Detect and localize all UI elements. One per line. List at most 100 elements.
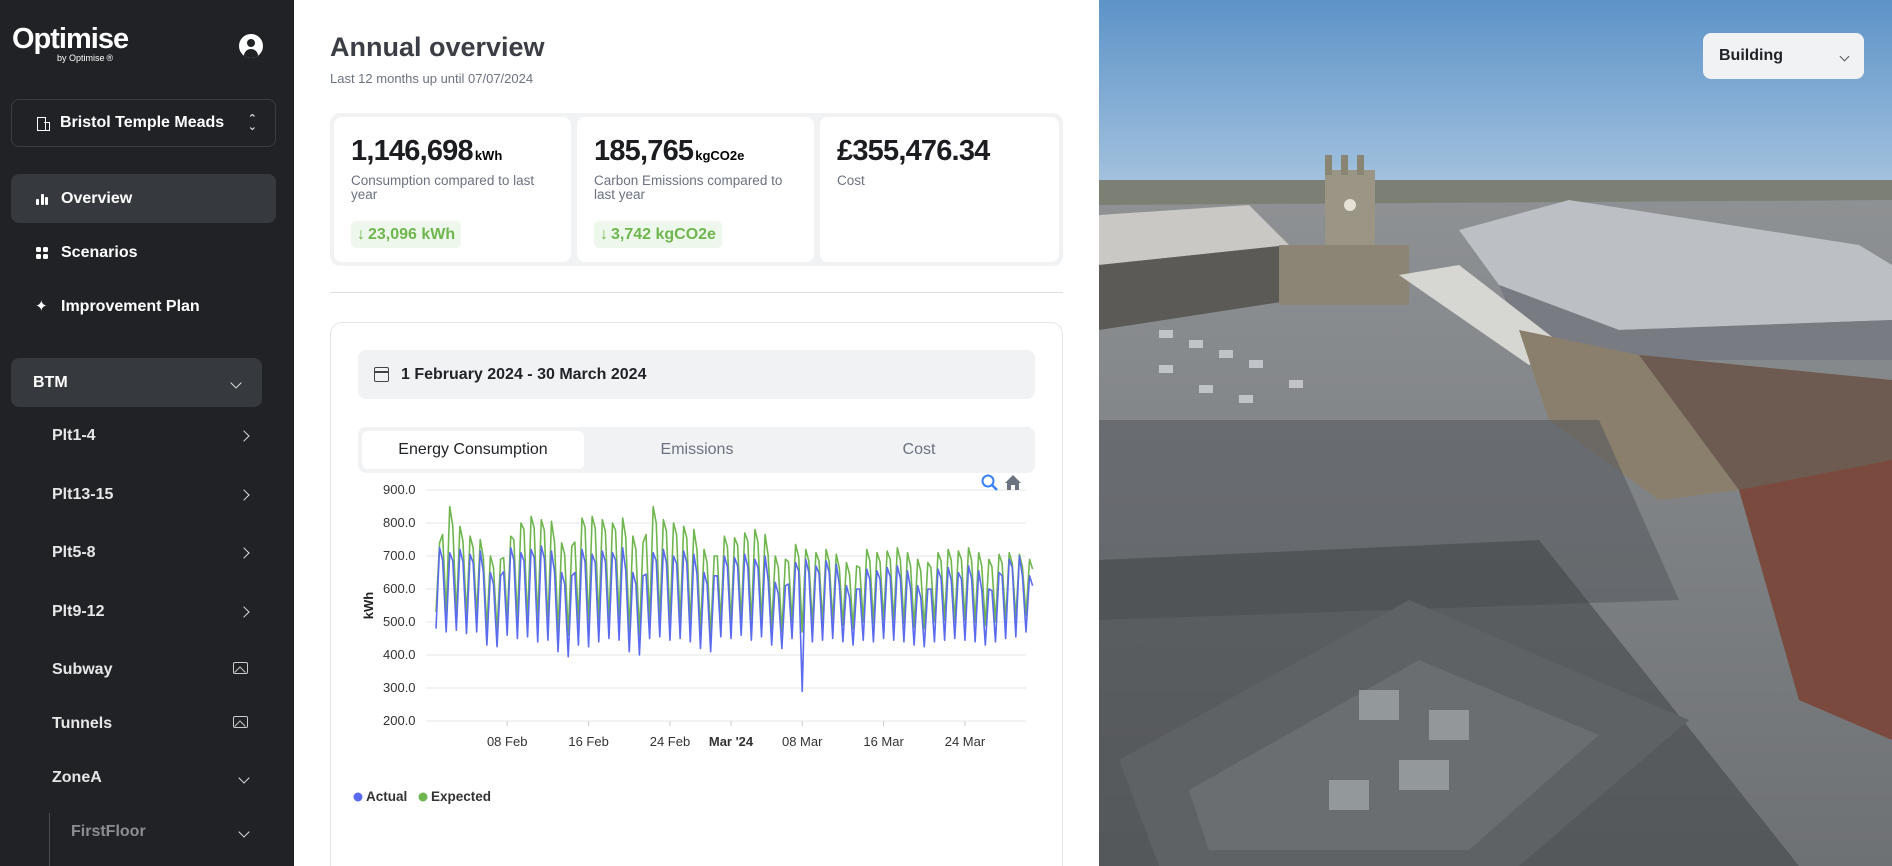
image-icon: [233, 715, 248, 733]
nav-overview-label: Overview: [61, 189, 133, 207]
legend-marker: [418, 792, 428, 802]
site-selector[interactable]: Bristol Temple Meads ⌃ ⌄: [11, 99, 276, 147]
logo-byline-mark: ®: [106, 53, 114, 63]
stat-label: Consumption compared to last year: [351, 173, 535, 202]
x-tick-label: 08 Mar: [782, 734, 823, 749]
tree-item-label: Plt9-12: [52, 603, 105, 620]
x-tick-label: 08 Feb: [487, 734, 527, 749]
nav-improvement-plan[interactable]: ✦ Improvement Plan: [11, 282, 276, 331]
stat-card-consumption: 1,146,698 kWh Consumption compared to las…: [334, 117, 571, 262]
tree-item-firstfloor[interactable]: FirstFloor: [71, 812, 250, 852]
tree-item-plt13-15[interactable]: Plt13-15: [52, 475, 250, 515]
energy-chart: 900.0 800.0 700.0 600.0 500.0 400.0 300.0 200.0…: [353, 474, 1034, 804]
legend-label: Expected: [431, 789, 491, 804]
bar-chart-icon: [35, 192, 49, 206]
chevron-right-icon: [238, 603, 250, 621]
y-tick-label: 300.0: [383, 680, 416, 695]
chevron-right-icon: [238, 544, 250, 562]
y-tick-label: 800.0: [383, 515, 416, 530]
home-icon[interactable]: [1005, 475, 1021, 490]
stat-value: 1,146,698: [351, 135, 474, 167]
calendar-icon: [374, 367, 389, 382]
sparkle-icon: ✦: [35, 297, 48, 315]
nav-improvement-plan-label: Improvement Plan: [61, 297, 200, 315]
x-tick-label: Mar '24: [709, 734, 754, 749]
legend-label: Actual: [366, 789, 407, 804]
stat-card-emissions: 185,765 kgCO2e Carbon Emissions compared …: [577, 117, 814, 262]
chevron-up-down-icon: ⌃ ⌄: [247, 113, 257, 133]
nav-scenarios[interactable]: Scenarios: [11, 228, 276, 277]
tree-guide-line: [49, 813, 50, 866]
chevron-down-icon: [1839, 47, 1850, 65]
stat-label: Carbon Emissions compared to last year: [594, 173, 783, 202]
chevron-down-icon: [238, 769, 250, 787]
stat-delta-badge: ↓ 23,096 kWh: [351, 221, 462, 248]
date-range-label: 1 February 2024 - 30 March 2024: [401, 365, 647, 383]
page-title: Annual overview: [330, 32, 545, 62]
building-3d-scene: [1099, 0, 1892, 866]
y-tick-label: 400.0: [383, 647, 416, 662]
tree-item-label: Subway: [52, 661, 113, 678]
stat-unit: kgCO2e: [695, 148, 745, 163]
tree-item-label: Tunnels: [52, 715, 113, 732]
tree-item-label: FirstFloor: [71, 823, 146, 840]
tab-emissions[interactable]: Emissions: [586, 431, 808, 469]
chevron-down-icon: [238, 823, 250, 841]
page-subtitle: Last 12 months up until 07/07/2024: [330, 71, 534, 86]
sidebar: Optimise by Optimise ® Bristol Temple Mea…: [0, 0, 294, 866]
y-tick-label: 700.0: [383, 548, 416, 563]
stat-delta-value: 23,096 kWh: [368, 225, 456, 243]
section-divider: [330, 292, 1063, 293]
x-tick-label: 24 Mar: [945, 734, 986, 749]
logo-byline-text: by Optimise: [57, 53, 105, 63]
stat-value: £355,476.34: [837, 135, 990, 167]
chart-card: 1 February 2024 - 30 March 2024 Energy C…: [330, 322, 1063, 866]
tree-item-label: Plt5-8: [52, 544, 96, 561]
metric-tabs: Energy Consumption Emissions Cost: [358, 427, 1035, 473]
tab-cost[interactable]: Cost: [808, 431, 1030, 469]
nav-overview[interactable]: Overview: [11, 174, 276, 223]
chevron-down-icon: [230, 374, 242, 392]
tree-item-label: Plt13-15: [52, 486, 114, 503]
date-range-picker[interactable]: 1 February 2024 - 30 March 2024: [358, 350, 1035, 399]
zoom-in-icon[interactable]: [981, 474, 998, 491]
tree-group-label: BTM: [33, 373, 68, 391]
tree-item-plt1-4[interactable]: Plt1-4: [52, 416, 250, 456]
building-selector-label: Building: [1719, 47, 1783, 64]
logo-wordmark: Optimise: [12, 23, 129, 55]
stat-unit: kWh: [474, 148, 503, 163]
account-icon[interactable]: [239, 34, 263, 58]
y-tick-label: 900.0: [383, 482, 416, 497]
chevron-right-icon: [238, 427, 250, 445]
nav-scenarios-label: Scenarios: [61, 243, 138, 261]
building-icon: [36, 116, 50, 131]
tree-item-label: ZoneA: [52, 769, 102, 786]
y-tick-label: 200.0: [383, 713, 416, 728]
tree-item-plt9-12[interactable]: Plt9-12: [52, 592, 250, 632]
grid-icon: [35, 246, 49, 260]
y-axis-label: kWh: [361, 592, 376, 620]
stat-delta-value: 3,742 kgCO2e: [611, 225, 716, 243]
site-selector-label: Bristol Temple Meads: [60, 114, 225, 131]
stat-value: 185,765: [594, 135, 694, 167]
stats-row: 1,146,698 kWh Consumption compared to las…: [330, 113, 1063, 266]
tree-item-plt5-8[interactable]: Plt5-8: [52, 533, 250, 573]
tree-group-btm[interactable]: BTM: [11, 358, 262, 407]
tree-item-subway[interactable]: Subway: [52, 650, 248, 690]
building-3d-view[interactable]: [1099, 0, 1892, 866]
x-tick-label: 16 Mar: [863, 734, 904, 749]
tree-item-label: Plt1-4: [52, 427, 96, 444]
app-logo[interactable]: Optimise by Optimise ®: [12, 23, 129, 63]
x-tick-label: 24 Feb: [650, 734, 690, 749]
tab-energy-consumption[interactable]: Energy Consumption: [362, 431, 584, 469]
stat-card-cost: £355,476.34 Cost: [820, 117, 1059, 262]
building-selector[interactable]: Building: [1703, 33, 1864, 79]
legend-marker: [353, 792, 363, 802]
stat-delta-badge: ↓ 3,742 kgCO2e: [594, 221, 722, 248]
x-tick-label: 16 Feb: [568, 734, 608, 749]
main-panel: Annual overview Last 12 months up until …: [294, 0, 1099, 866]
stat-label: Cost: [837, 173, 865, 188]
arrow-down-icon: ↓: [600, 225, 608, 243]
tree-item-zonea[interactable]: ZoneA: [52, 758, 250, 798]
tree-item-tunnels[interactable]: Tunnels: [52, 704, 248, 744]
